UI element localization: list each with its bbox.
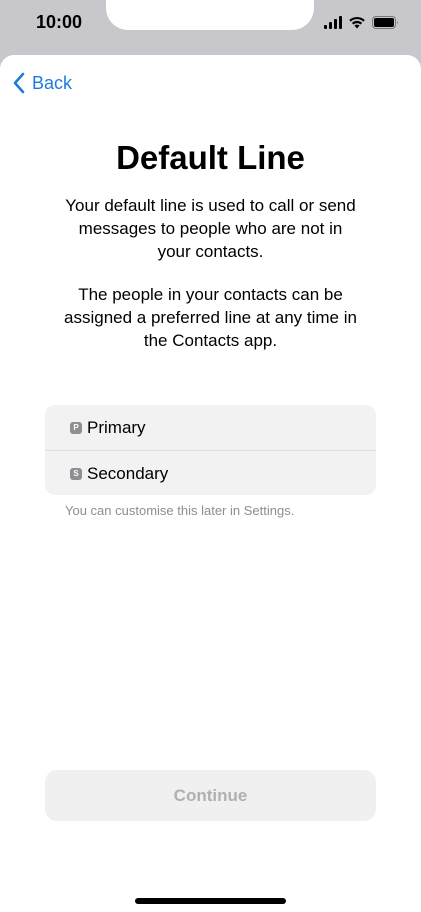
status-icons — [324, 14, 399, 30]
back-button[interactable]: Back — [12, 72, 72, 94]
option-label: Secondary — [87, 463, 169, 483]
description-paragraph-2: The people in your contacts can be assig… — [64, 285, 357, 350]
description-paragraph: Your default line is used to call or sen… — [65, 196, 356, 261]
continue-button[interactable]: Continue — [45, 770, 376, 821]
wifi-icon — [349, 16, 365, 29]
battery-icon — [372, 15, 398, 29]
notch — [106, 0, 314, 30]
status-bar: 10:00 — [0, 0, 421, 56]
status-time: 10:00 — [36, 12, 83, 32]
option-label: Primary — [87, 417, 146, 437]
home-indicator[interactable] — [135, 898, 286, 904]
cellular-signal-icon — [324, 15, 342, 29]
back-label: Back — [32, 72, 73, 93]
setup-screen: Back Default Line Your default line is u… — [0, 55, 421, 912]
option-secondary[interactable]: S Secondary — [45, 450, 376, 495]
primary-line-badge-icon: P — [70, 421, 82, 434]
secondary-line-badge-icon: S — [70, 467, 82, 480]
chevron-left-icon — [13, 72, 25, 94]
page-title: Default Line — [116, 139, 305, 176]
option-primary[interactable]: P Primary — [45, 405, 376, 450]
line-options-list: P Primary S Secondary — [45, 405, 376, 495]
settings-hint: You can customise this later in Settings… — [65, 503, 295, 518]
